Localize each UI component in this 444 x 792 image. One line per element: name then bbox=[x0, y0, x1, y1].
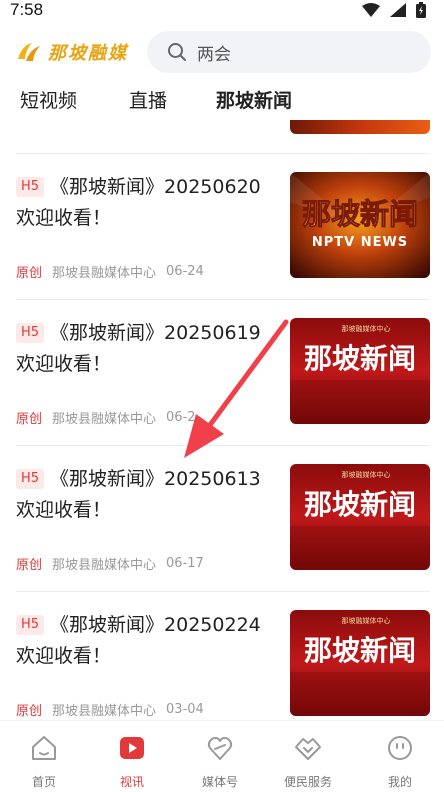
thumb-title: 那坡新闻 bbox=[304, 342, 416, 375]
article-thumbnail[interactable]: 那坡融媒体中心 那坡新闻 bbox=[290, 464, 430, 570]
news-cover-red: 那坡融媒体中心 那坡新闻 bbox=[290, 464, 430, 570]
nav-video[interactable]: 视讯 bbox=[88, 733, 176, 790]
search-input[interactable]: 两会 bbox=[147, 31, 431, 73]
tab-live[interactable]: 直播 bbox=[129, 86, 167, 113]
list-item[interactable]: H5 《那坡新闻》20250620欢迎收看！ 原创 那坡县融媒体中心 06-24 … bbox=[0, 172, 444, 318]
thumb-logo-text: 那坡融媒体中心 bbox=[342, 324, 391, 333]
nav-label: 便民服务 bbox=[283, 775, 332, 789]
search-placeholder: 两会 bbox=[197, 44, 231, 65]
divider bbox=[16, 591, 430, 592]
wifi-icon bbox=[362, 3, 380, 17]
nav-profile[interactable]: 我的 bbox=[356, 733, 444, 790]
nav-services[interactable]: 便民服务 bbox=[264, 733, 352, 790]
h5-badge: H5 bbox=[16, 177, 45, 197]
article-meta: 原创 那坡县融媒体中心 06-2 bbox=[16, 408, 196, 427]
article-source: 那坡县融媒体中心 bbox=[52, 412, 157, 427]
article-title[interactable]: H5 《那坡新闻》20250613欢迎收看！ bbox=[16, 464, 276, 526]
article-date: 03-04 bbox=[166, 702, 204, 717]
list-item[interactable]: H5 《那坡新闻》20250619欢迎收看！ 原创 那坡县融媒体中心 06-2 那… bbox=[0, 318, 444, 464]
search-icon bbox=[168, 43, 186, 61]
nav-home[interactable]: 首页 bbox=[0, 733, 88, 790]
original-tag: 原创 bbox=[16, 412, 43, 427]
media-account-icon bbox=[207, 736, 233, 760]
h5-badge: H5 bbox=[16, 615, 45, 635]
article-meta: 原创 那坡县融媒体中心 06-17 bbox=[16, 554, 204, 573]
article-meta: 原创 那坡县融媒体中心 03-04 bbox=[16, 700, 204, 719]
profile-face-icon bbox=[388, 736, 412, 760]
article-source: 那坡县融媒体中心 bbox=[52, 558, 157, 573]
home-icon bbox=[32, 736, 56, 760]
article-title-text: 《那坡新闻》20250620欢迎收看！ bbox=[16, 176, 261, 229]
status-icons bbox=[362, 2, 426, 18]
nav-media-account[interactable]: 媒体号 bbox=[176, 733, 264, 790]
signal-icon bbox=[390, 3, 406, 17]
status-bar: 7:58 bbox=[0, 0, 444, 22]
thumb-logo-text: 那坡融媒体中心 bbox=[342, 470, 391, 479]
status-time: 7:58 bbox=[10, 0, 44, 19]
article-meta: 原创 那坡县融媒体中心 06-24 bbox=[16, 262, 204, 281]
bottom-nav: 首页 视讯 媒体号 便民服务 我的 bbox=[0, 720, 444, 792]
news-cover-red: 那坡融媒体中心 那坡新闻 bbox=[290, 318, 430, 424]
nav-label: 我的 bbox=[387, 775, 412, 789]
video-play-icon bbox=[120, 737, 144, 759]
tab-short-video[interactable]: 短视频 bbox=[20, 86, 77, 113]
original-tag: 原创 bbox=[16, 558, 43, 573]
article-date: 06-24 bbox=[166, 264, 204, 279]
nav-label: 媒体号 bbox=[201, 775, 238, 789]
article-title-text: 《那坡新闻》20250619欢迎收看！ bbox=[16, 322, 261, 375]
list-item[interactable]: H5 《那坡新闻》20250613欢迎收看！ 原创 那坡县融媒体中心 06-17 … bbox=[0, 464, 444, 610]
h5-badge: H5 bbox=[16, 323, 45, 343]
h5-badge: H5 bbox=[16, 469, 45, 489]
news-cover-red: 那坡融媒体中心 那坡新闻 bbox=[290, 610, 430, 716]
original-tag: 原创 bbox=[16, 266, 43, 281]
tab-napo-news[interactable]: 那坡新闻 bbox=[216, 86, 292, 113]
article-title-text: 《那坡新闻》20250224 欢迎收看！ bbox=[16, 614, 261, 667]
article-source: 那坡县融媒体中心 bbox=[52, 266, 157, 281]
article-title[interactable]: H5 《那坡新闻》20250620欢迎收看！ bbox=[16, 172, 276, 234]
article-thumbnail[interactable]: 那坡新闻 NPTV NEWS bbox=[290, 172, 430, 278]
article-title-text: 《那坡新闻》20250613欢迎收看！ bbox=[16, 468, 261, 521]
divider bbox=[16, 153, 430, 154]
thumb-logo-text: 那坡融媒体中心 bbox=[342, 616, 391, 625]
logo-text: 那坡融媒 bbox=[48, 43, 128, 64]
article-source: 那坡县融媒体中心 bbox=[52, 704, 157, 719]
thumb-subtitle: NPTV NEWS bbox=[312, 235, 408, 250]
divider bbox=[16, 299, 430, 300]
article-thumbnail[interactable]: 那坡融媒体中心 那坡新闻 bbox=[290, 610, 430, 716]
article-thumbnail[interactable]: 那坡融媒体中心 那坡新闻 bbox=[290, 318, 430, 424]
article-date: 06-17 bbox=[166, 556, 204, 571]
nav-label: 首页 bbox=[31, 775, 56, 789]
news-cover-gold: 那坡新闻 NPTV NEWS bbox=[290, 172, 430, 278]
app-header: 那坡融媒 两会 bbox=[0, 26, 444, 78]
thumb-title: 那坡新闻 bbox=[304, 488, 416, 521]
article-title[interactable]: H5 《那坡新闻》20250619欢迎收看！ bbox=[16, 318, 276, 380]
logo-mark-icon bbox=[18, 43, 40, 61]
divider bbox=[16, 445, 430, 446]
thumb-title: 那坡新闻 bbox=[302, 197, 418, 231]
article-date: 06-2 bbox=[166, 410, 196, 425]
original-tag: 原创 bbox=[16, 704, 43, 719]
article-title[interactable]: H5 《那坡新闻》20250224 欢迎收看！ bbox=[16, 610, 276, 672]
nav-label: 视讯 bbox=[119, 775, 144, 789]
app-logo: 那坡融媒 bbox=[16, 39, 128, 65]
thumb-title: 那坡新闻 bbox=[304, 634, 416, 667]
battery-icon bbox=[416, 2, 426, 18]
previous-item-thumbnail[interactable] bbox=[290, 120, 430, 134]
handshake-icon bbox=[295, 738, 321, 760]
